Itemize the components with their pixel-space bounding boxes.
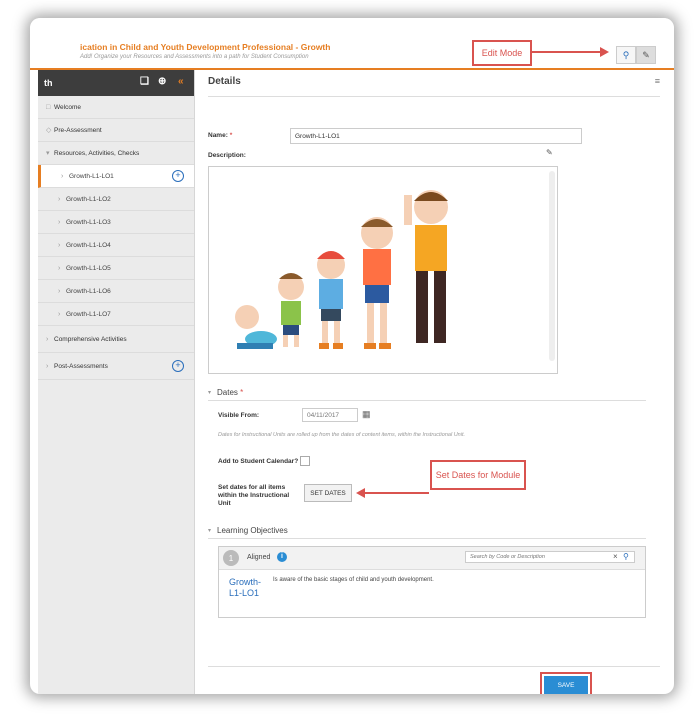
aligned-label: Aligned xyxy=(247,554,271,561)
sidebar: th ❏ ⊕ « □ Welcome ◇ Pre-Assessment ▾ Re… xyxy=(38,70,195,694)
menu-icon[interactable]: ≡ xyxy=(655,76,660,86)
page-title: Details xyxy=(208,76,241,87)
sidebar-item-growth-l1-lo7[interactable]: › Growth-L1-LO7 xyxy=(38,303,194,326)
sidebar-item-label: Comprehensive Activities xyxy=(54,335,127,343)
sidebar-header: th ❏ ⊕ « xyxy=(38,70,194,96)
chevron-right-icon: › xyxy=(58,195,61,203)
diamond-icon: ◇ xyxy=(46,127,52,134)
sidebar-item-growth-l1-lo3[interactable]: › Growth-L1-LO3 xyxy=(38,211,194,234)
divider xyxy=(208,666,660,667)
page-icon: □ xyxy=(46,103,51,111)
sidebar-item-label: Resources, Activities, Checks xyxy=(54,149,140,157)
app-subtitle: Add! Organize your Resources and Assessm… xyxy=(80,54,309,60)
child-figure xyxy=(317,251,345,349)
sidebar-item-resources[interactable]: ▾ Resources, Activities, Checks xyxy=(38,142,194,165)
chevron-right-icon: › xyxy=(61,172,64,180)
sidebar-item-label: Growth-L1-LO5 xyxy=(66,264,111,272)
name-label: Name: * xyxy=(208,132,233,139)
sidebar-item-label: Growth-L1-LO2 xyxy=(66,195,111,203)
search-icon[interactable]: ⚲ xyxy=(616,46,636,64)
visible-from-field[interactable]: 04/11/2017 xyxy=(302,408,358,422)
sidebar-item-label: Growth-L1-LO3 xyxy=(66,218,111,226)
chevron-right-icon: › xyxy=(58,287,61,295)
add-item-icon[interactable]: + xyxy=(172,170,184,182)
save-button[interactable]: SAVE xyxy=(540,672,592,694)
collapse-double-chevron-icon[interactable]: « xyxy=(178,76,184,87)
main-panel: Details ≡ Name: * Growth-L1-LO1 Descript… xyxy=(208,70,660,694)
calendar-icon[interactable]: ▦ xyxy=(362,409,371,420)
chevron-down-icon: ▾ xyxy=(208,528,212,534)
add-calendar-checkbox[interactable] xyxy=(300,456,310,466)
sidebar-item-label: Pre-Assessment xyxy=(54,126,102,134)
edit-mode-arrow-line xyxy=(530,51,600,53)
objective-code-link[interactable]: Growth-L1-LO1 xyxy=(229,577,269,599)
search-icon[interactable]: ⚲ xyxy=(623,552,629,561)
edit-mode-arrow-head xyxy=(600,47,609,57)
learning-objectives-section-title[interactable]: ▾ Learning Objectives xyxy=(208,526,288,535)
sidebar-item-growth-l1-lo5[interactable]: › Growth-L1-LO5 xyxy=(38,257,194,280)
sidebar-title: th xyxy=(44,78,53,88)
objectives-search-input[interactable] xyxy=(465,551,635,563)
description-scrollbar[interactable] xyxy=(549,171,555,361)
chevron-right-icon: › xyxy=(58,218,61,226)
child-growth-illustration xyxy=(235,190,448,349)
teen-figure xyxy=(404,190,448,343)
chevron-down-icon: ▾ xyxy=(46,150,50,157)
sidebar-item-post-assessments[interactable]: › Post-Assessments + xyxy=(38,353,194,380)
visible-from-label: Visible From: xyxy=(218,412,260,419)
sidebar-item-label: Growth-L1-LO1 xyxy=(69,172,114,180)
description-editor[interactable] xyxy=(208,166,558,374)
add-circle-icon[interactable]: ⊕ xyxy=(158,76,166,87)
app-title: ication in Child and Youth Development P… xyxy=(80,42,331,52)
add-item-icon[interactable]: + xyxy=(172,360,184,372)
chevron-right-icon: › xyxy=(46,362,49,370)
chevron-right-icon: › xyxy=(58,241,61,249)
sidebar-item-label: Growth-L1-LO4 xyxy=(66,241,111,249)
chevron-right-icon: › xyxy=(58,310,61,318)
aligned-count-badge: 1 xyxy=(223,550,239,566)
sidebar-item-growth-l1-lo1[interactable]: › Growth-L1-LO1 + xyxy=(38,165,194,188)
sidebar-item-growth-l1-lo4[interactable]: › Growth-L1-LO4 xyxy=(38,234,194,257)
sidebar-item-growth-l1-lo6[interactable]: › Growth-L1-LO6 xyxy=(38,280,194,303)
chevron-down-icon: ▾ xyxy=(208,390,212,396)
set-dates-arrow-line xyxy=(365,492,429,494)
edit-pencil-icon[interactable]: ✎ xyxy=(546,148,553,157)
info-icon[interactable]: i xyxy=(277,552,287,562)
divider xyxy=(208,538,646,539)
set-dates-button[interactable]: SET DATES xyxy=(304,484,352,502)
name-field[interactable]: Growth-L1-LO1 xyxy=(290,128,582,144)
sidebar-item-label: Growth-L1-LO6 xyxy=(66,287,111,295)
clear-icon[interactable]: × xyxy=(613,552,618,561)
app-window: ication in Child and Youth Development P… xyxy=(30,18,674,694)
divider xyxy=(208,400,646,401)
baby-figure xyxy=(235,305,277,349)
sidebar-item-growth-l1-lo2[interactable]: › Growth-L1-LO2 xyxy=(38,188,194,211)
set-dates-arrow-head xyxy=(356,488,365,498)
description-label: Description: xyxy=(208,152,246,159)
chevron-right-icon: › xyxy=(58,264,61,272)
sidebar-item-label: Welcome xyxy=(54,103,81,111)
dates-section-title[interactable]: ▾ Dates * xyxy=(208,388,243,397)
objective-description: Is aware of the basic stages of child an… xyxy=(273,577,434,583)
divider xyxy=(208,96,660,97)
learning-objectives-panel: 1 Aligned i × ⚲ Growth-L1-LO1 Is aware o… xyxy=(218,546,646,618)
sidebar-item-label: Post-Assessments xyxy=(54,362,108,370)
add-calendar-label: Add to Student Calendar? xyxy=(218,458,299,465)
sidebar-item-label: Growth-L1-LO7 xyxy=(66,310,111,318)
preteen-figure xyxy=(361,217,393,349)
edit-pencil-icon[interactable]: ✎ xyxy=(636,46,656,64)
toddler-figure xyxy=(278,273,304,347)
set-dates-callout: Set Dates for Module xyxy=(430,460,526,490)
learning-objectives-header: 1 Aligned i × ⚲ xyxy=(219,547,645,570)
copy-icon[interactable]: ❏ xyxy=(140,76,149,87)
sidebar-item-pre-assessment[interactable]: ◇ Pre-Assessment xyxy=(38,119,194,142)
sidebar-item-welcome[interactable]: □ Welcome xyxy=(38,96,194,119)
chevron-right-icon: › xyxy=(46,335,49,343)
sidebar-item-comprehensive-activities[interactable]: › Comprehensive Activities xyxy=(38,326,194,353)
set-dates-label: Set dates for all items within the Instr… xyxy=(218,484,290,507)
top-bar: ication in Child and Youth Development P… xyxy=(30,18,674,70)
edit-mode-callout: Edit Mode xyxy=(472,40,532,66)
dates-note: Dates for Instructional Units are rolled… xyxy=(218,432,466,438)
